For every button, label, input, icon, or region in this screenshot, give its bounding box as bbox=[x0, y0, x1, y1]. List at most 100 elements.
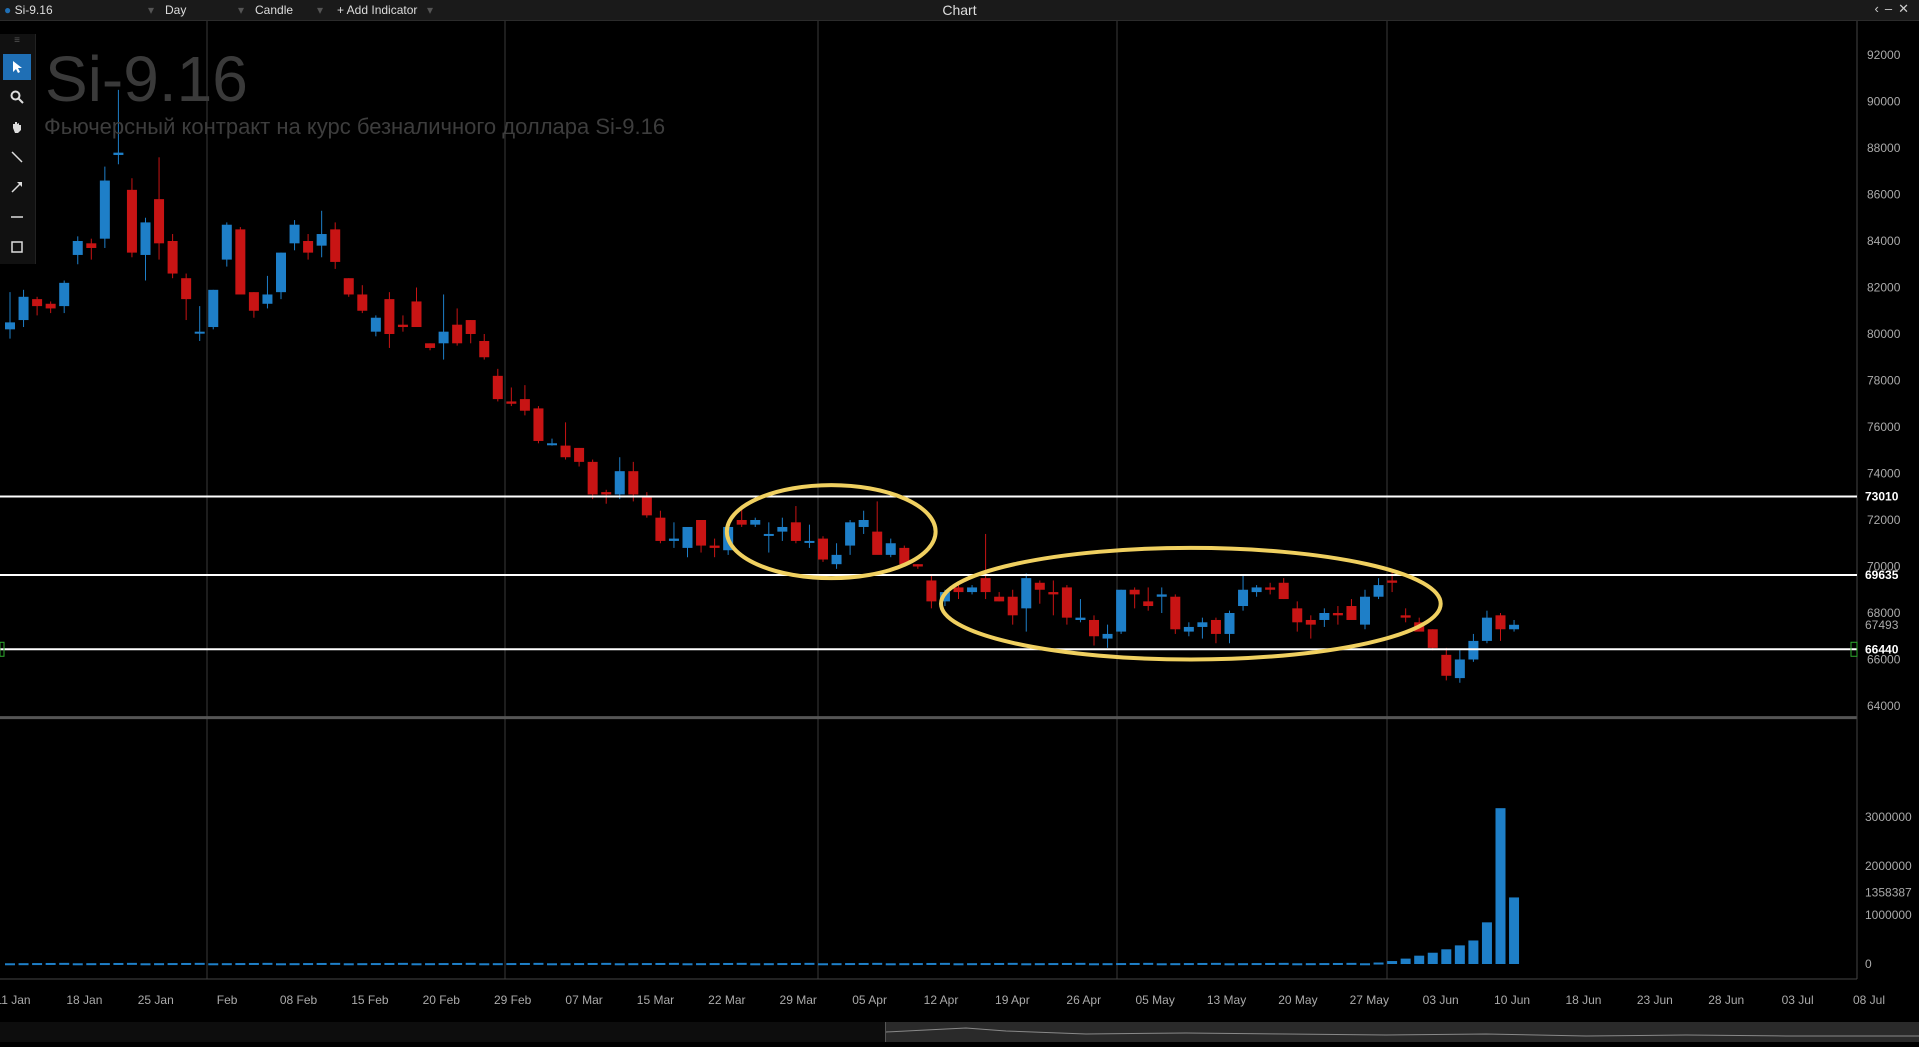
candle-body bbox=[411, 301, 422, 328]
candle-body bbox=[316, 234, 327, 246]
candle-body bbox=[1509, 624, 1520, 630]
candle-body bbox=[994, 596, 1005, 602]
volume-bar bbox=[682, 963, 693, 966]
minimize-icon[interactable]: – bbox=[1885, 1, 1898, 16]
candle-body bbox=[208, 289, 219, 328]
candle-body bbox=[1481, 617, 1492, 641]
candle-body bbox=[479, 340, 490, 358]
candle-body bbox=[18, 296, 29, 321]
candle-body bbox=[113, 152, 124, 155]
menu-icon[interactable]: ≡ bbox=[3, 34, 31, 46]
candle-body bbox=[1292, 608, 1303, 623]
candle-body bbox=[506, 401, 517, 404]
price-tick-label: 64000 bbox=[1867, 699, 1901, 713]
candle-body bbox=[1360, 596, 1370, 625]
candle-body bbox=[99, 180, 110, 239]
volume-bar bbox=[59, 962, 70, 965]
rectangle-icon[interactable] bbox=[3, 234, 31, 260]
candle-body bbox=[1265, 587, 1276, 590]
candle-body bbox=[1251, 587, 1262, 593]
candle-body bbox=[1332, 613, 1343, 616]
candle-body bbox=[967, 587, 978, 593]
candle-body bbox=[276, 252, 286, 293]
volume-bar bbox=[1075, 962, 1086, 965]
volume-bar bbox=[574, 963, 585, 966]
hand-pan-icon[interactable] bbox=[3, 114, 31, 140]
time-axis: 11 Jan 18 Jan 25 Jan Feb 08 Feb 15 Feb 20 Feb 2… bbox=[0, 993, 1885, 1007]
time-tick-label: 26 Apr bbox=[1066, 993, 1101, 1007]
candle-body bbox=[668, 538, 679, 541]
volume-bar bbox=[601, 962, 612, 965]
navigator-window[interactable] bbox=[885, 1022, 1919, 1042]
volume-bar bbox=[750, 963, 761, 966]
candle-body bbox=[235, 229, 246, 295]
candle-body bbox=[289, 224, 300, 244]
candle-body bbox=[5, 322, 15, 330]
trend-line-icon[interactable] bbox=[3, 144, 31, 170]
time-tick-label: 18 Jan bbox=[66, 993, 102, 1007]
volume-bar bbox=[994, 962, 1005, 965]
candle-body bbox=[452, 324, 463, 344]
chart-canvas[interactable]: 73010696356644067493 92000 90000 88000 8600… bbox=[0, 21, 1919, 1022]
volume-bar bbox=[1021, 963, 1032, 966]
volume-bar bbox=[1061, 962, 1072, 965]
volume-bar bbox=[235, 963, 246, 966]
candle-body bbox=[126, 189, 137, 253]
price-tick-label: 90000 bbox=[1867, 95, 1901, 109]
price-tick-label: 76000 bbox=[1867, 420, 1901, 434]
volume-bar bbox=[1481, 922, 1492, 964]
volume-bar bbox=[1034, 963, 1045, 966]
candle-body bbox=[858, 520, 869, 527]
candle-body bbox=[248, 292, 259, 311]
candle-body bbox=[1454, 659, 1465, 679]
zoom-icon[interactable] bbox=[3, 84, 31, 110]
candle-body bbox=[45, 303, 56, 309]
candle-body bbox=[1319, 613, 1330, 620]
candle-body bbox=[1373, 585, 1384, 597]
price-tick-label: 86000 bbox=[1867, 188, 1901, 202]
time-tick-label: 20 May bbox=[1278, 993, 1317, 1007]
volume-bar bbox=[181, 962, 192, 965]
pointer-icon[interactable] bbox=[3, 54, 31, 80]
volume-bar bbox=[668, 962, 679, 965]
volume-bar bbox=[194, 962, 205, 965]
candle-body bbox=[614, 471, 625, 495]
volume-bar bbox=[980, 963, 991, 966]
time-tick-label: 07 Mar bbox=[565, 993, 602, 1007]
candle-body bbox=[86, 243, 97, 248]
time-tick-label: 27 May bbox=[1350, 993, 1389, 1007]
candle-body bbox=[1441, 654, 1452, 676]
candle-body bbox=[1034, 582, 1045, 590]
volume-bar bbox=[330, 962, 341, 965]
time-tick-label: 10 Jun bbox=[1494, 993, 1530, 1007]
candle-body bbox=[628, 471, 639, 495]
volume-bar bbox=[736, 962, 747, 965]
volume-bar bbox=[696, 963, 707, 966]
volume-bar bbox=[1183, 963, 1194, 966]
time-tick-label: 19 Apr bbox=[995, 993, 1030, 1007]
arrow-line-icon[interactable] bbox=[3, 174, 31, 200]
candle-body bbox=[1346, 606, 1357, 620]
volume-bar bbox=[628, 963, 639, 966]
horizontal-line-icon[interactable] bbox=[3, 204, 31, 230]
volume-bar bbox=[167, 963, 178, 966]
volume-bar bbox=[126, 962, 137, 965]
volume-bar bbox=[452, 962, 463, 965]
candle-body bbox=[1156, 594, 1167, 597]
candle-body bbox=[397, 324, 408, 328]
close-icon[interactable]: ✕ bbox=[1898, 1, 1915, 16]
time-tick-label: 05 Apr bbox=[852, 993, 887, 1007]
volume-bar bbox=[1116, 963, 1127, 966]
volume-bar bbox=[1238, 963, 1249, 966]
volume-bar bbox=[86, 963, 97, 966]
collapse-icon[interactable]: ‹ bbox=[1875, 1, 1885, 16]
volume-tick-label: 3000000 bbox=[1865, 810, 1912, 824]
candle-body bbox=[1197, 622, 1208, 627]
candle-body bbox=[1210, 619, 1221, 634]
level-label: 73010 bbox=[1865, 490, 1899, 504]
volume-bar bbox=[1414, 955, 1425, 964]
volume-tick-label: 0 bbox=[1865, 957, 1872, 971]
candle-body bbox=[574, 447, 585, 462]
price-tick-label: 70000 bbox=[1867, 560, 1901, 574]
volume-bar bbox=[45, 962, 56, 965]
